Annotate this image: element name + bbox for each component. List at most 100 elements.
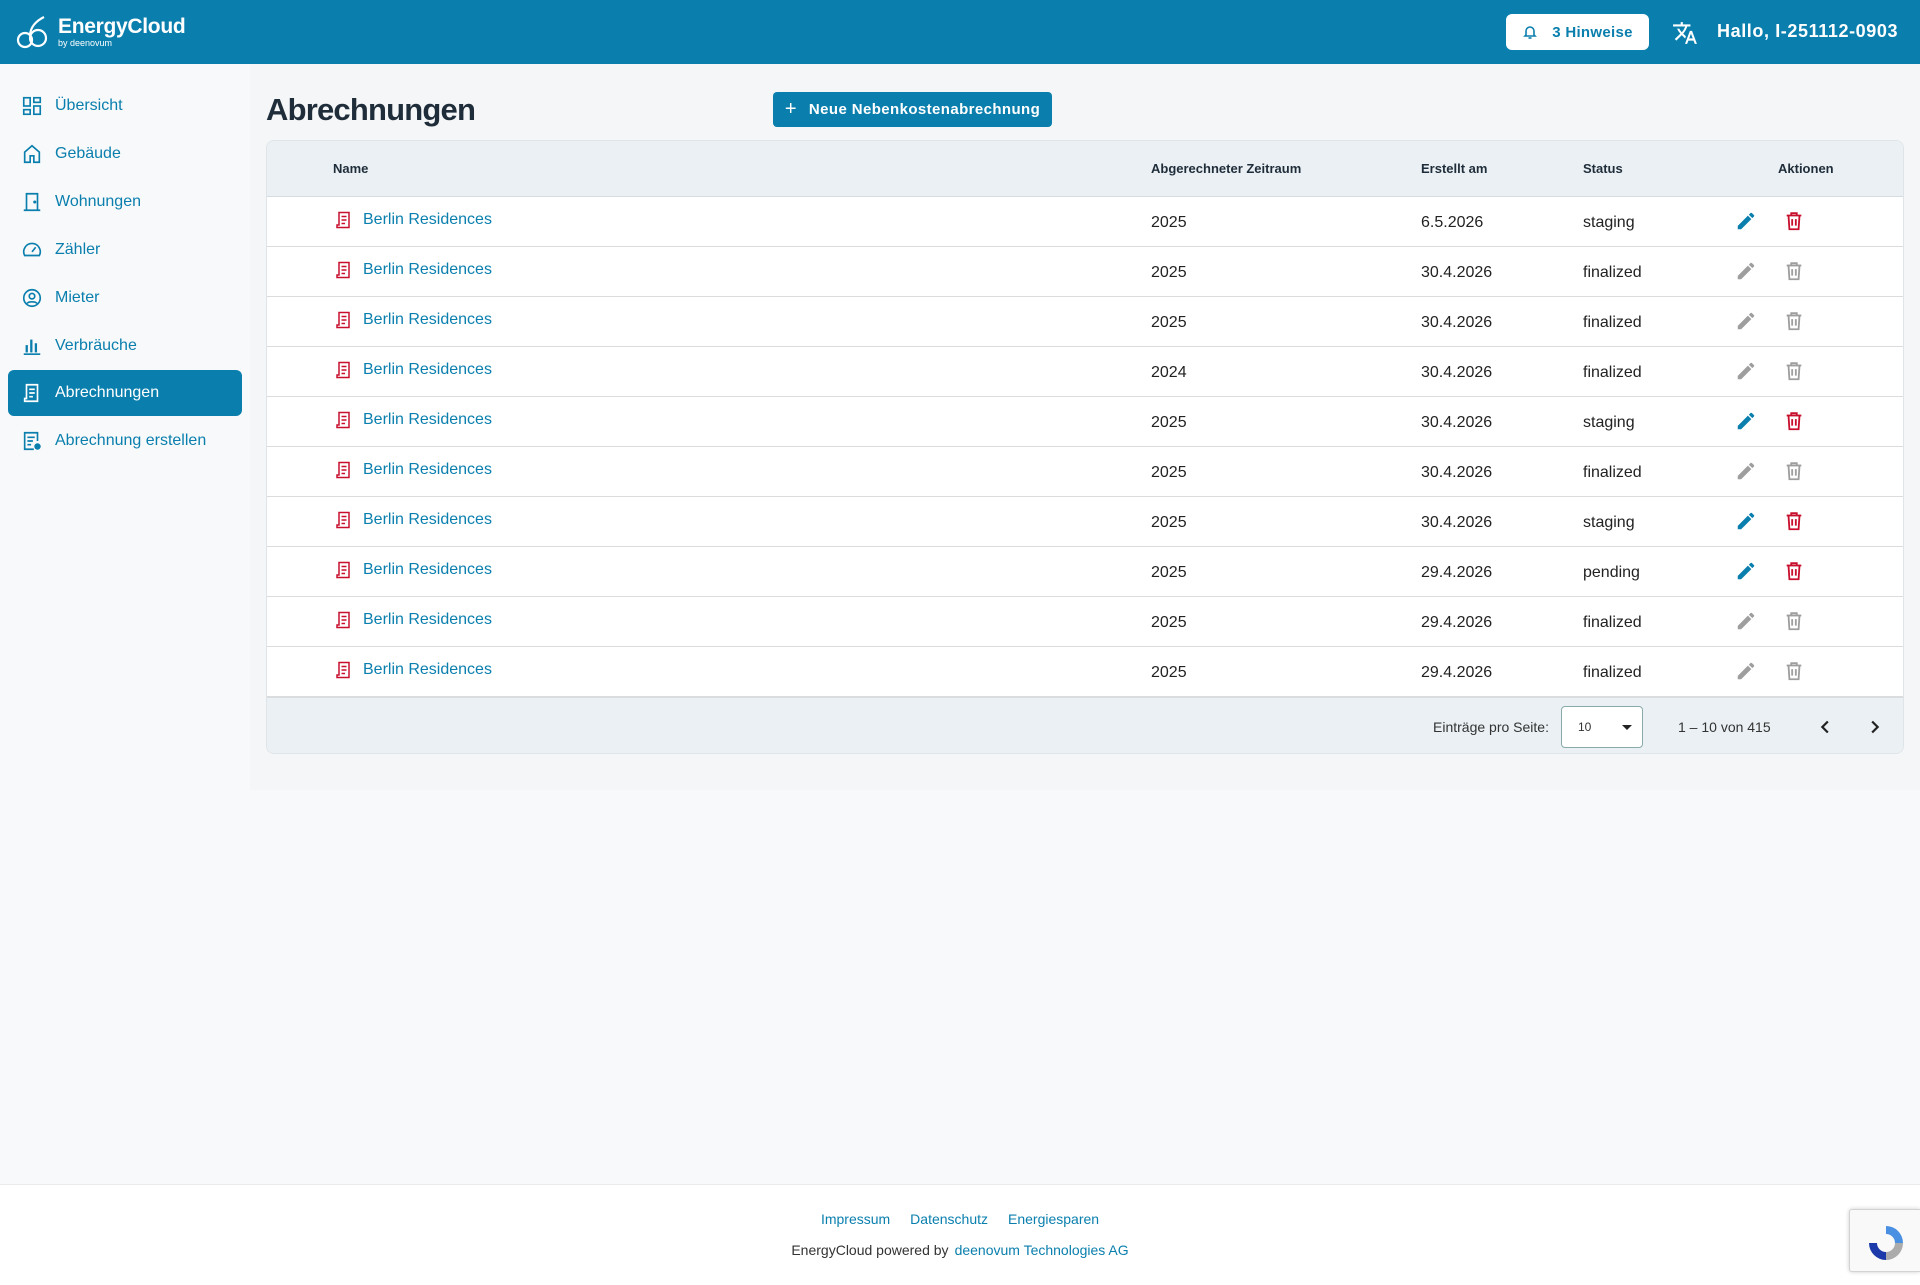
delete-trash-icon[interactable] (1783, 610, 1805, 632)
billing-name-link[interactable]: Berlin Residences (335, 511, 492, 529)
billing-status: staging (1583, 214, 1635, 231)
table-row[interactable]: Berlin Residences 2025 6.5.2026 staging (267, 197, 1903, 247)
billing-name: Berlin Residences (363, 511, 492, 528)
billing-status: finalized (1583, 664, 1642, 681)
billing-period: 2025 (1151, 214, 1187, 231)
edit-pencil-icon[interactable] (1735, 410, 1757, 432)
edit-pencil-icon[interactable] (1735, 210, 1757, 232)
billing-status: staging (1583, 514, 1635, 531)
table-row[interactable]: Berlin Residences 2025 30.4.2026 staging (267, 397, 1903, 447)
edit-pencil-icon[interactable] (1735, 510, 1757, 532)
billing-created: 30.4.2026 (1421, 514, 1493, 531)
footer-link-datenschutz[interactable]: Datenschutz (910, 1211, 988, 1227)
billing-period: 2024 (1151, 364, 1187, 381)
billing-name-link[interactable]: Berlin Residences (335, 361, 492, 379)
delete-trash-icon[interactable] (1783, 210, 1805, 232)
billing-name-link[interactable]: Berlin Residences (335, 261, 492, 279)
sidebar-item-abrechnung-erstellen[interactable]: Abrechnung erstellen (8, 418, 242, 464)
brand-sub: by deenovum (58, 38, 113, 48)
edit-pencil-icon[interactable] (1735, 360, 1757, 382)
billing-name-link[interactable]: Berlin Residences (335, 411, 492, 429)
delete-trash-icon[interactable] (1783, 410, 1805, 432)
previous-page-icon[interactable] (1815, 716, 1837, 738)
footer-link-energiesparen[interactable]: Energiesparen (1008, 1211, 1099, 1227)
edit-pencil-icon[interactable] (1735, 610, 1757, 632)
billing-name-link[interactable]: Berlin Residences (335, 311, 492, 329)
billing-created: 29.4.2026 (1421, 564, 1493, 581)
sidebar-item-verbraeuche[interactable]: Verbräuche (8, 323, 242, 369)
translate-icon[interactable] (1672, 20, 1698, 46)
billing-period: 2025 (1151, 664, 1187, 681)
billing-name-link[interactable]: Berlin Residences (335, 611, 492, 629)
delete-trash-icon[interactable] (1783, 560, 1805, 582)
delete-trash-icon[interactable] (1783, 510, 1805, 532)
delete-trash-icon[interactable] (1783, 310, 1805, 332)
billing-name-link[interactable]: Berlin Residences (335, 661, 492, 679)
hints-label: 3 Hinweise (1552, 23, 1633, 41)
new-billing-button[interactable]: + Neue Nebenkostenabrechnung (773, 92, 1052, 127)
footer-credit-link[interactable]: deenovum Technologies AG (955, 1242, 1129, 1258)
receipt-icon (336, 361, 350, 379)
receipt-icon (336, 511, 350, 529)
dropdown-caret-icon (1622, 725, 1632, 730)
billing-created: 30.4.2026 (1421, 314, 1493, 331)
table-row[interactable]: Berlin Residences 2025 30.4.2026 finalized (267, 297, 1903, 347)
billing-period: 2025 (1151, 414, 1187, 431)
new-billing-label: Neue Nebenkostenabrechnung (808, 101, 1041, 118)
sidebar-item-gebaeude[interactable]: Gebäude (8, 131, 242, 177)
column-header-status[interactable]: Status (1583, 161, 1623, 176)
hints-button[interactable]: 3 Hinweise (1506, 14, 1649, 50)
sidebar-nav: Übersicht Gebäude Wohnungen Zähler Miete… (0, 64, 250, 1184)
pagination-range: 1 – 10 von 415 (1678, 719, 1771, 735)
recaptcha-icon (1869, 1226, 1903, 1260)
billing-created: 30.4.2026 (1421, 264, 1493, 281)
table-row[interactable]: Berlin Residences 2024 30.4.2026 finalized (267, 347, 1903, 397)
billing-period: 2025 (1151, 264, 1187, 281)
table-row[interactable]: Berlin Residences 2025 29.4.2026 finalized (267, 647, 1903, 697)
footer-link-impressum[interactable]: Impressum (821, 1211, 890, 1227)
sidebar-item-zaehler[interactable]: Zähler (8, 227, 242, 273)
billing-name-link[interactable]: Berlin Residences (335, 461, 492, 479)
billing-name-link[interactable]: Berlin Residences (335, 211, 492, 229)
delete-trash-icon[interactable] (1783, 460, 1805, 482)
billing-created: 29.4.2026 (1421, 614, 1493, 631)
sidebar-item-wohnungen[interactable]: Wohnungen (8, 179, 242, 225)
billing-created: 30.4.2026 (1421, 364, 1493, 381)
receipt-icon (336, 211, 350, 229)
per-page-select[interactable]: 10 (1561, 706, 1643, 748)
brand-logo[interactable]: EnergyCloud by deenovum (16, 14, 186, 50)
billing-status: finalized (1583, 464, 1642, 481)
table-row[interactable]: Berlin Residences 2025 29.4.2026 pending (267, 547, 1903, 597)
brand-name: EnergyCloud (58, 15, 186, 38)
delete-trash-icon[interactable] (1783, 360, 1805, 382)
billing-name-link[interactable]: Berlin Residences (335, 561, 492, 579)
sidebar-item-label: Wohnungen (55, 193, 141, 210)
delete-trash-icon[interactable] (1783, 260, 1805, 282)
table-row[interactable]: Berlin Residences 2025 30.4.2026 finalized (267, 247, 1903, 297)
billing-status: staging (1583, 414, 1635, 431)
sidebar-item-mieter[interactable]: Mieter (8, 275, 242, 321)
sidebar-item-uebersicht[interactable]: Übersicht (8, 83, 242, 129)
billing-name: Berlin Residences (363, 561, 492, 578)
edit-pencil-icon[interactable] (1735, 660, 1757, 682)
bell-icon (1523, 26, 1538, 39)
user-greeting[interactable]: Hallo, I-251112-0903 (1717, 21, 1898, 42)
edit-pencil-icon[interactable] (1735, 460, 1757, 482)
column-header-created[interactable]: Erstellt am (1421, 161, 1487, 176)
edit-pencil-icon[interactable] (1735, 310, 1757, 332)
person-circle-icon (22, 288, 42, 308)
billing-period: 2025 (1151, 614, 1187, 631)
edit-pencil-icon[interactable] (1735, 560, 1757, 582)
edit-pencil-icon[interactable] (1735, 260, 1757, 282)
table-row[interactable]: Berlin Residences 2025 30.4.2026 staging (267, 497, 1903, 547)
next-page-icon[interactable] (1863, 716, 1885, 738)
column-header-name[interactable]: Name (333, 161, 368, 176)
billing-name: Berlin Residences (363, 611, 492, 628)
table-row[interactable]: Berlin Residences 2025 29.4.2026 finalized (267, 597, 1903, 647)
delete-trash-icon[interactable] (1783, 660, 1805, 682)
sidebar-item-abrechnungen[interactable]: Abrechnungen (8, 370, 242, 416)
table-row[interactable]: Berlin Residences 2025 30.4.2026 finalized (267, 447, 1903, 497)
column-header-period[interactable]: Abgerechneter Zeitraum (1151, 161, 1301, 176)
recaptcha-badge[interactable] (1849, 1209, 1920, 1272)
billing-period: 2025 (1151, 314, 1187, 331)
